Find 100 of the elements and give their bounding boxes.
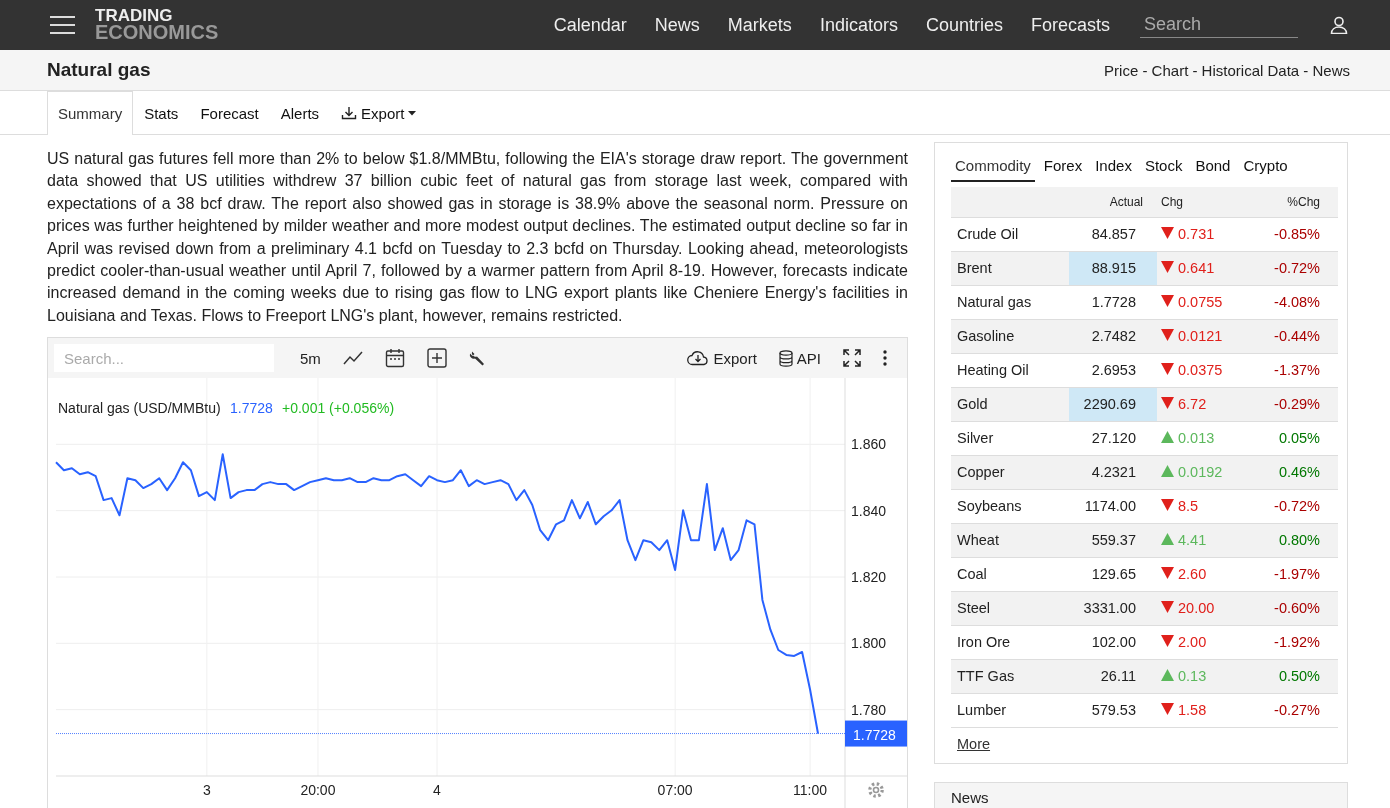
x-axis-label: 20:00: [300, 782, 336, 799]
commodity-link[interactable]: Lumber: [951, 693, 1069, 727]
actual-cell: 84.857: [1069, 217, 1157, 251]
percent-change-cell: -0.44%: [1255, 319, 1338, 353]
change-cell: 20.00: [1157, 591, 1255, 625]
change-cell: 0.0192: [1157, 455, 1255, 489]
commodity-link[interactable]: Silver: [951, 421, 1069, 455]
percent-change-cell: -0.72%: [1255, 251, 1338, 285]
percent-change-cell: -1.37%: [1255, 353, 1338, 387]
percent-change-cell: -0.72%: [1255, 489, 1338, 523]
fullscreen-icon[interactable]: [843, 349, 861, 368]
actual-cell: 1.7728: [1069, 285, 1157, 319]
market-tab[interactable]: Index: [1091, 155, 1136, 182]
market-tab[interactable]: Forex: [1039, 155, 1087, 182]
nav-link[interactable]: Indicators: [819, 14, 898, 36]
download-icon: [341, 106, 358, 120]
user-icon[interactable]: [1330, 16, 1348, 34]
actual-cell: 4.2321: [1069, 455, 1157, 489]
commodity-link[interactable]: Gasoline: [951, 319, 1069, 353]
percent-change-cell: 0.50%: [1255, 659, 1338, 693]
commodity-link[interactable]: TTF Gas: [951, 659, 1069, 693]
commodity-link[interactable]: Natural gas: [951, 285, 1069, 319]
x-axis-label: 4: [433, 782, 441, 799]
calendar-icon[interactable]: [384, 348, 405, 369]
commodity-link[interactable]: Iron Ore: [951, 625, 1069, 659]
news-heading: News: [951, 788, 989, 806]
wrench-icon[interactable]: [468, 349, 487, 368]
commodity-link[interactable]: Crude Oil: [951, 217, 1069, 251]
legend-price: 1.7728: [230, 400, 273, 417]
change-cell: 0.0375: [1157, 353, 1255, 387]
y-axis-label: 1.860: [851, 436, 887, 453]
commodity-link[interactable]: Copper: [951, 455, 1069, 489]
page-title: Natural gas: [47, 59, 151, 81]
y-axis-label: 1.780: [851, 701, 887, 718]
actual-cell: 26.11: [1069, 659, 1157, 693]
actual-cell: 102.00: [1069, 625, 1157, 659]
add-icon[interactable]: [426, 348, 447, 369]
chart-search-field[interactable]: Search...: [54, 344, 274, 373]
column-header: %Chg: [1255, 187, 1338, 217]
menu-icon[interactable]: [50, 15, 75, 35]
tab[interactable]: Forecast: [189, 91, 270, 134]
export-dropdown[interactable]: Export: [330, 91, 428, 134]
settings-icon[interactable]: [868, 782, 884, 799]
last-price-badge: [845, 720, 907, 747]
nav-link[interactable]: Calendar: [553, 14, 627, 36]
change-cell: 1.58: [1157, 693, 1255, 727]
commodity-link[interactable]: Soybeans: [951, 489, 1069, 523]
change-cell: 6.72: [1157, 387, 1255, 421]
column-header: Chg: [1157, 187, 1255, 217]
tab[interactable]: Stats: [133, 91, 190, 134]
nav-link[interactable]: Markets: [727, 14, 792, 36]
search-field[interactable]: Search: [1140, 12, 1298, 38]
actual-cell: 88.915: [1069, 251, 1157, 285]
change-cell: 0.0121: [1157, 319, 1255, 353]
y-axis-label: 1.800: [851, 635, 887, 652]
commodity-link[interactable]: Steel: [951, 591, 1069, 625]
market-tab[interactable]: Commodity: [951, 155, 1035, 182]
x-axis-label: 11:00: [793, 782, 828, 799]
last-price-label: 1.7728: [853, 726, 896, 743]
change-cell: 2.00: [1157, 625, 1255, 659]
nav-link[interactable]: Forecasts: [1030, 14, 1110, 36]
logo-text[interactable]: TRADING: [95, 9, 219, 24]
change-cell: 0.731: [1157, 217, 1255, 251]
summary-paragraph: US natural gas futures fell more than 2% to below $1.8/MMBtu, following the EIA's storage draw report. The government data showed that US utilities withdrew 37 billion cubic feet of natural gas from storage last week, compared with expectations of a 38 bcf draw. The report also showed gas in storage is 38.9% above the seasonal norm. Pressure on prices was further heightened by milder weather and more modest output declines. The estimated output decline so far in April was revised down from a preliminary 4.1 bcfd on Tuesday to 2.3 bcfd on Thursday. Looking ahead, meteorologists predict cooler-than-usual weather until April 7, followed by a warmer pattern from April 8-19. However, forecasts indicate increased demand in the coming weeks due to rising gas flow to LNG export plants like Cheniere Energy's facilities in Louisiana and Texas. Flows to Freeport LNG's plant, however, remains restricted.: [47, 149, 908, 326]
database-icon: [778, 349, 793, 367]
api-button[interactable]: API: [778, 349, 821, 367]
y-axis-label: 1.840: [851, 502, 887, 519]
logo-text[interactable]: ECONOMICS: [95, 23, 219, 41]
actual-cell: 2.7482: [1069, 319, 1157, 353]
percent-change-cell: -1.97%: [1255, 557, 1338, 591]
actual-cell: 129.65: [1069, 557, 1157, 591]
commodity-link[interactable]: Coal: [951, 557, 1069, 591]
cloud-download-icon: [687, 350, 710, 367]
actual-cell: 2290.69: [1069, 387, 1157, 421]
market-tab[interactable]: Bond: [1191, 155, 1235, 182]
y-axis-label: 1.820: [851, 569, 887, 586]
legend-change: +0.001 (+0.056%): [282, 400, 395, 417]
more-options-icon[interactable]: [883, 350, 887, 367]
actual-cell: 1174.00: [1069, 489, 1157, 523]
more-link[interactable]: More: [957, 735, 991, 752]
interval-button[interactable]: 5m: [300, 349, 321, 367]
nav-link[interactable]: Countries: [925, 14, 1003, 36]
section-links[interactable]: Price - Chart - Historical Data - News: [1104, 61, 1350, 79]
market-tab[interactable]: Crypto: [1239, 155, 1292, 182]
x-axis-label: 07:00: [657, 782, 693, 799]
tab[interactable]: Alerts: [269, 91, 331, 134]
commodity-link[interactable]: Heating Oil: [951, 353, 1069, 387]
line-chart-icon[interactable]: [342, 351, 363, 366]
chart-export-button[interactable]: Export: [687, 349, 757, 367]
tab[interactable]: Summary: [47, 91, 134, 135]
change-cell: 0.0755: [1157, 285, 1255, 319]
actual-cell: 559.37: [1069, 523, 1157, 557]
percent-change-cell: -0.27%: [1255, 693, 1338, 727]
commodity-link[interactable]: Wheat: [951, 523, 1069, 557]
percent-change-cell: -0.60%: [1255, 591, 1338, 625]
percent-change-cell: -4.08%: [1255, 285, 1338, 319]
percent-change-cell: 0.05%: [1255, 421, 1338, 455]
nav-link[interactable]: News: [654, 14, 700, 36]
percent-change-cell: 0.80%: [1255, 523, 1338, 557]
market-tab[interactable]: Stock: [1140, 155, 1187, 182]
